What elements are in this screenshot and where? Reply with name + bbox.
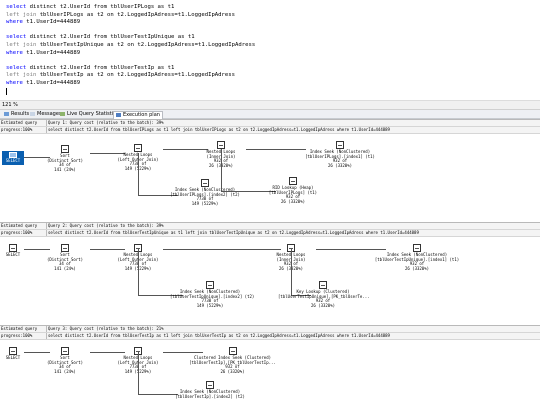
- node-sub: [tblUserTestIp].[index2] (t2): [175, 393, 245, 399]
- keyword: select: [6, 4, 30, 10]
- sql-code[interactable]: select distinct t2.UserId from tblUserIP…: [6, 4, 255, 96]
- select-node[interactable]: SELECT: [2, 151, 24, 165]
- sort-node[interactable]: Sort (Distinct Sort) 34 of 141 (24%): [40, 145, 90, 172]
- node-est: 141 (24%): [54, 166, 76, 172]
- estimated-label: Estimated query: [1, 223, 47, 229]
- tab-live-query-statistics[interactable]: Live Query Statistics: [58, 111, 120, 118]
- tab-execution-plan[interactable]: Execution plan: [113, 111, 163, 119]
- sort-icon: [61, 145, 69, 153]
- node-est: 26 (3320%): [404, 265, 430, 271]
- query-header: Estimated query Query 2: Query cost (rela…: [0, 222, 540, 237]
- flow-arrow: [138, 249, 139, 295]
- node-label: SELECT: [5, 355, 21, 360]
- nested-loops-icon: [134, 144, 142, 152]
- code-text: t1.UserId=444889: [26, 79, 81, 86]
- node-label: SELECT: [5, 158, 21, 163]
- clustered-index-seek-icon: [228, 347, 237, 355]
- sort-node[interactable]: Sort (Distinct Sort) 34 of 141 (24%): [40, 347, 90, 374]
- query-header: Estimated query Query 1: Query cost (rela…: [0, 119, 540, 134]
- index-seek-icon: [206, 381, 214, 389]
- flow-arrow: [246, 149, 306, 150]
- flow-arrow: [163, 249, 281, 250]
- clustered-index-seek-node[interactable]: Clustered Index Seek (Clustered) [tblUser…: [185, 347, 280, 374]
- keyword: left join: [6, 11, 40, 18]
- flow-arrow: [138, 153, 139, 195]
- query-cost: Query 3: Query cost (relative to the bat…: [48, 326, 164, 331]
- index-seek-node[interactable]: Index Seek (NonClustered) [tblUserTestIpU…: [170, 281, 254, 308]
- rid-lookup-icon: [289, 177, 297, 185]
- keyword: where: [6, 19, 27, 26]
- index-seek-node[interactable]: Index Seek (NonClustered) [tblUserTestIp]…: [170, 381, 250, 399]
- node-est: 141 (24%): [54, 265, 76, 271]
- text-caret: [6, 87, 7, 95]
- query-text: select distinct t2.UserId from tblUserTe…: [48, 230, 419, 235]
- keyword: left join: [6, 41, 40, 48]
- flow-arrow: [221, 149, 222, 191]
- query-text: select distinct t2.UserId from tblUserTe…: [48, 333, 390, 338]
- node-est: 149 (5229%): [196, 302, 224, 308]
- index-seek-icon: [413, 244, 421, 252]
- query-text: select distinct t2.UserId from tblUserIP…: [48, 127, 390, 132]
- index-seek-icon: [206, 281, 214, 289]
- index-seek-node[interactable]: Index Seek (NonClustered) [tblUserIPLogs]…: [300, 141, 380, 168]
- tab-label: Execution plan: [123, 112, 160, 118]
- grid-icon: [4, 111, 9, 116]
- index-seek-icon: [336, 141, 344, 149]
- select-node[interactable]: SELECT: [2, 347, 24, 361]
- rid-lookup-node[interactable]: RID Lookup (Heap) [tblUserIPLogs] (t1) 932…: [258, 177, 328, 204]
- nested-loops-icon: [217, 141, 225, 149]
- sort-icon: [61, 244, 69, 252]
- tab-label: Live Query Statistics: [67, 111, 119, 117]
- query-cost: Query 2: Query cost (relative to the bat…: [48, 223, 164, 228]
- keyword: where: [6, 49, 27, 56]
- sql-editor[interactable]: select distinct t2.UserId from tblUserIP…: [0, 0, 540, 101]
- code-text: distinct t2.UserId from tblUserTestIpUni…: [29, 34, 195, 41]
- code-text: distinct t2.UserId from tblUserIPLogs as…: [29, 4, 175, 10]
- node-label: SELECT: [5, 252, 21, 257]
- query-header: Estimated query Query 3: Query cost (rela…: [0, 325, 540, 340]
- index-seek-node[interactable]: Index Seek (NonClustered) [tblUserTestIpU…: [372, 244, 462, 271]
- key-lookup-node[interactable]: Key Lookup (Clustered) [tblUserTestIpUniq…: [278, 281, 370, 308]
- select-icon: [9, 244, 17, 252]
- node-est: 26 (3320%): [310, 302, 336, 308]
- execution-plan-icon: [116, 112, 121, 117]
- zoom-level[interactable]: 121 %: [2, 101, 18, 109]
- editor-status-bar: 121 %: [0, 101, 540, 110]
- live-stats-icon: [60, 111, 65, 116]
- code-text: tblUserTestIpUnique as t2 on t2.LoggedIp…: [39, 41, 256, 48]
- code-text: t1.UserId=444889: [26, 49, 81, 56]
- code-text: distinct t2.UserId from tblUserTestIp as…: [29, 64, 175, 71]
- index-seek-icon: [201, 179, 209, 187]
- node-est: 26 (3320%): [220, 368, 245, 374]
- progress-label: progress:100%: [1, 127, 47, 133]
- tab-results[interactable]: Results: [2, 111, 31, 118]
- results-tabs: Results Messages Live Query Statistics E…: [0, 110, 540, 119]
- code-text: tblUserTestIp as t2 on t2.LoggedIpAdress…: [39, 72, 236, 79]
- select-icon: [9, 347, 17, 355]
- index-seek-node[interactable]: Index Seek (NonClustered) [tblUserIPLogs]…: [170, 179, 240, 206]
- flow-arrow: [138, 352, 139, 394]
- keyword: left join: [6, 72, 40, 79]
- key-lookup-icon: [319, 281, 327, 289]
- code-text: t1.UserId=444889: [26, 19, 81, 26]
- estimated-label: Estimated query: [1, 120, 47, 126]
- execution-plans-pane[interactable]: Estimated query Query 1: Query cost (rela…: [0, 119, 540, 407]
- query-cost: Query 1: Query cost (relative to the bat…: [48, 120, 164, 125]
- progress-label: progress:100%: [1, 333, 47, 339]
- node-est: 149 (5229%): [191, 200, 219, 206]
- node-est: 141 (24%): [54, 368, 76, 374]
- message-icon: [30, 111, 35, 116]
- progress-label: progress:100%: [1, 230, 47, 236]
- sort-node[interactable]: Sort (Distinct Sort) 34 of 141 (24%): [40, 244, 90, 271]
- estimated-label: Estimated query: [1, 326, 47, 332]
- keyword: where: [6, 79, 27, 86]
- code-text: tblUserIPLogs as t2 on t2.LoggedIpAdress…: [39, 11, 236, 18]
- keyword: select: [6, 64, 30, 71]
- keyword: select: [6, 34, 30, 41]
- node-est: 26 (3320%): [327, 162, 353, 168]
- node-est: 26 (3320%): [280, 198, 306, 204]
- sort-icon: [61, 347, 69, 355]
- select-node[interactable]: SELECT: [2, 244, 24, 258]
- tab-label: Results: [11, 111, 30, 117]
